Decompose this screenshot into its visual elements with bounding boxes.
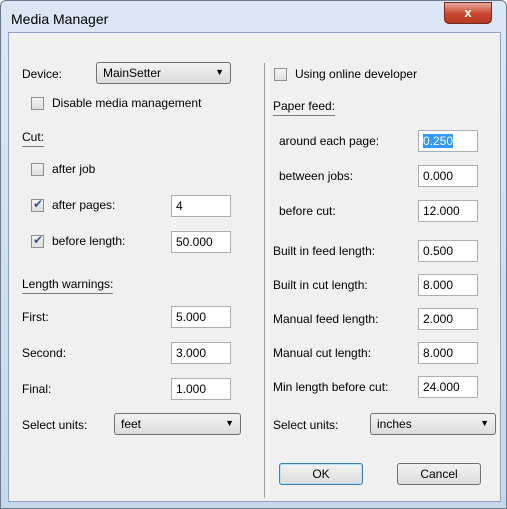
online-developer-label: Using online developer [295,67,418,81]
manual-feed-label: Manual feed length: [273,312,379,326]
left-units-label: Select units: [22,418,88,432]
first-label: First: [22,310,49,324]
final-input[interactable]: 1.000 [171,378,231,400]
online-developer-checkbox[interactable] [274,68,287,81]
cut-heading: Cut: [22,130,45,147]
around-page-input[interactable]: 0.250 [418,130,478,152]
before-cut-input[interactable]: 12.000 [418,200,478,222]
first-input[interactable]: 5.000 [171,306,231,328]
final-value: 1.000 [176,382,207,396]
paper-feed-heading: Paper feed: [273,99,336,116]
around-page-label: around each page: [279,134,380,148]
chevron-down-icon: ▼ [480,418,489,428]
second-value: 3.000 [176,346,207,360]
manual-cut-input[interactable]: 8.000 [418,342,478,364]
cancel-button[interactable]: Cancel [397,463,481,485]
between-jobs-input[interactable]: 0.000 [418,165,478,187]
second-input[interactable]: 3.000 [171,342,231,364]
right-units-label: Select units: [273,418,339,432]
builtin-cut-label: Built in cut length: [273,278,368,292]
before-length-checkbox[interactable] [31,233,44,248]
left-units-select[interactable]: feet ▼ [114,413,241,435]
dialog-window: Media Manager x Device: MainSetter ▼ Dis… [0,0,507,509]
before-length-label: before length: [52,234,126,248]
between-jobs-value: 0.000 [423,169,454,183]
final-label: Final: [22,382,52,396]
close-icon: x [464,5,472,20]
second-label: Second: [22,346,67,360]
dialog-body: Device: MainSetter ▼ Disable media manag… [8,32,501,502]
first-value: 5.000 [176,310,207,324]
before-length-input[interactable]: 50.000 [171,231,231,253]
ok-button[interactable]: OK [279,463,363,485]
close-button[interactable]: x [444,2,492,24]
device-select-value: MainSetter [103,66,162,80]
before-cut-label: before cut: [279,204,336,218]
after-job-checkbox[interactable] [31,163,44,176]
disable-media-label: Disable media management [52,96,202,110]
after-pages-value: 4 [176,199,183,213]
window-title: Media Manager [11,11,109,27]
before-length-value: 50.000 [176,235,213,249]
length-warnings-heading: Length warnings: [22,277,114,294]
manual-cut-label: Manual cut length: [273,346,372,360]
builtin-feed-value: 0.500 [423,244,454,258]
min-length-label: Min length before cut: [273,380,389,394]
min-length-input[interactable]: 24.000 [418,376,478,398]
right-units-value: inches [377,417,412,431]
after-pages-input[interactable]: 4 [171,195,231,217]
disable-media-checkbox[interactable] [31,97,44,110]
builtin-feed-input[interactable]: 0.500 [418,240,478,262]
builtin-cut-input[interactable]: 8.000 [418,274,478,296]
manual-cut-value: 8.000 [423,346,454,360]
chevron-down-icon: ▼ [225,418,234,428]
after-job-label: after job [52,162,96,176]
column-divider [264,63,268,498]
around-page-value: 0.250 [423,134,454,148]
after-pages-checkbox[interactable] [31,197,44,212]
device-select[interactable]: MainSetter ▼ [96,62,231,84]
device-label: Device: [22,67,63,81]
between-jobs-label: between jobs: [279,169,354,183]
left-units-value: feet [121,417,142,431]
after-pages-label: after pages: [52,198,116,212]
before-cut-value: 12.000 [423,204,460,218]
manual-feed-value: 2.000 [423,312,454,326]
manual-feed-input[interactable]: 2.000 [418,308,478,330]
min-length-value: 24.000 [423,380,460,394]
chevron-down-icon: ▼ [215,67,224,77]
builtin-feed-label: Built in feed length: [273,244,376,258]
builtin-cut-value: 8.000 [423,278,454,292]
right-units-select[interactable]: inches ▼ [370,413,496,435]
